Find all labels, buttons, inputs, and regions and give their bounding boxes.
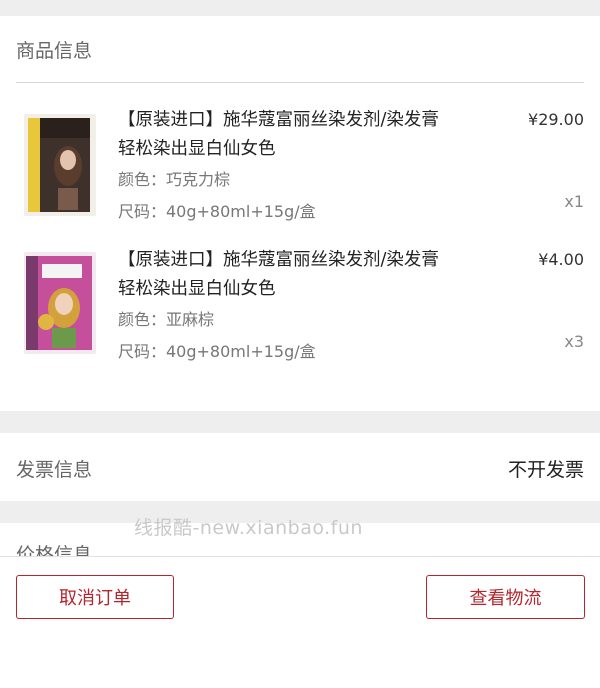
product-section-title: 商品信息: [16, 40, 93, 62]
product-name: 【原装进口】施华蔻富丽丝染发剂/染发膏 轻松染出显白仙女色: [118, 250, 439, 299]
section-gap: [0, 411, 600, 433]
product-thumbnail: [24, 252, 96, 354]
product-item[interactable]: 【原装进口】施华蔻富丽丝染发剂/染发膏 轻松染出显白仙女色 颜色：巧克力棕 尺码…: [0, 106, 600, 236]
product-color: 颜色：亚麻棕: [118, 310, 215, 329]
view-logistics-button[interactable]: 查看物流: [426, 575, 585, 619]
cancel-order-button[interactable]: 取消订单: [16, 575, 174, 619]
top-gap: [0, 0, 600, 16]
product-quantity: x1: [564, 192, 584, 211]
invoice-value: 不开发票: [507, 459, 584, 481]
product-color: 颜色：巧克力棕: [118, 170, 231, 189]
invoice-row[interactable]: 发票信息 不开发票: [0, 433, 600, 501]
product-item[interactable]: 【原装进口】施华蔻富丽丝染发剂/染发膏 轻松染出显白仙女色 颜色：亚麻棕 尺码：…: [0, 246, 600, 376]
price-section-title: 价格信息: [16, 544, 93, 556]
watermark: 线报酷-new.xianbao.fun: [134, 517, 363, 539]
invoice-label: 发票信息: [16, 459, 93, 481]
product-thumbnail: [24, 114, 96, 216]
product-name: 【原装进口】施华蔻富丽丝染发剂/染发膏 轻松染出显白仙女色: [118, 110, 439, 159]
product-quantity: x3: [564, 332, 584, 351]
product-size: 尺码：40g+80ml+15g/盒: [118, 202, 316, 221]
product-size: 尺码：40g+80ml+15g/盒: [118, 342, 316, 361]
bottom-action-bar: 取消订单 查看物流: [0, 556, 600, 688]
section-divider: [16, 82, 584, 83]
product-price: ¥29.00: [528, 110, 584, 129]
product-price: ¥4.00: [538, 250, 584, 269]
